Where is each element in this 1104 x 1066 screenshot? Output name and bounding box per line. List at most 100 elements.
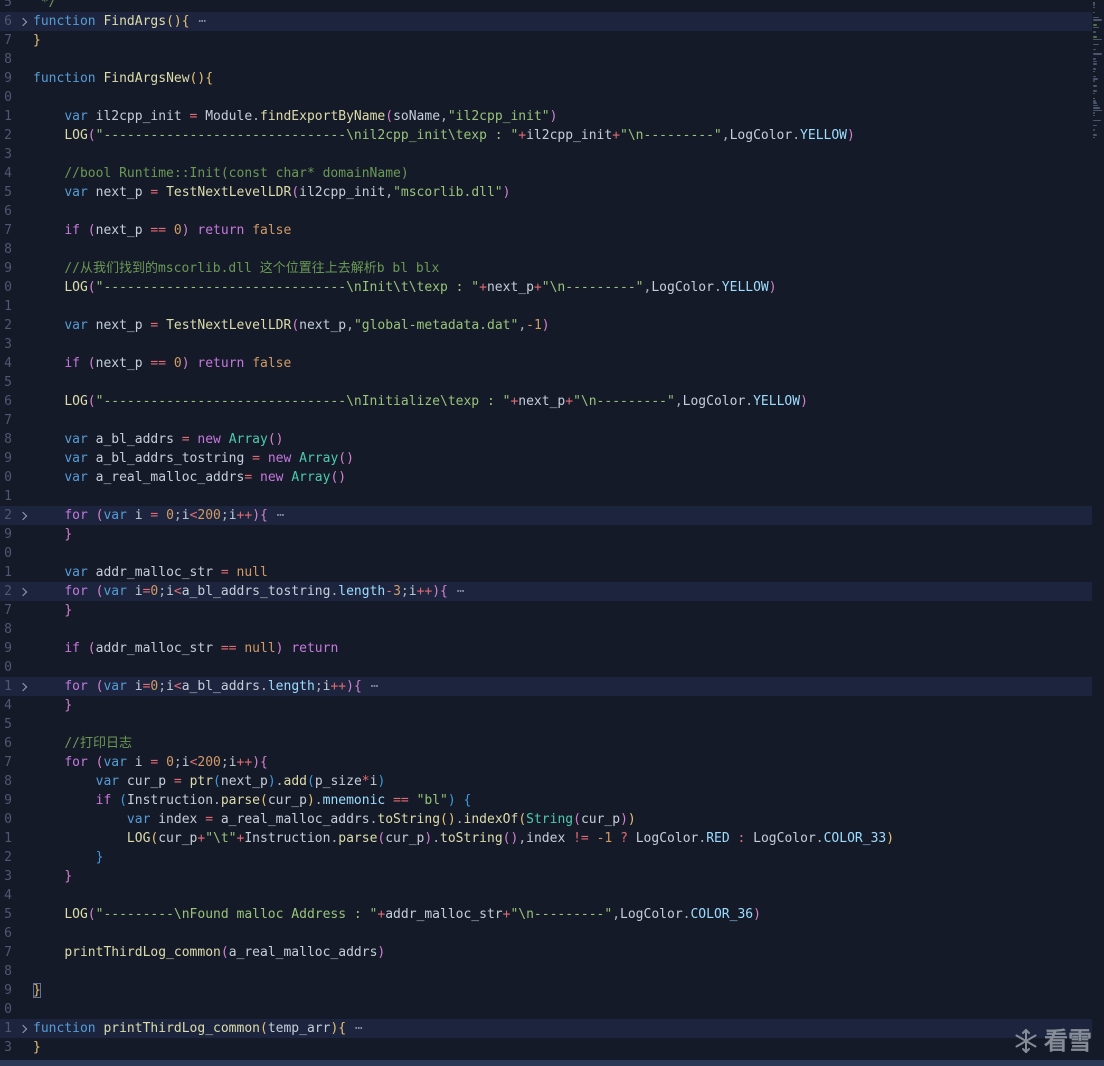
- code-line[interactable]: 4 //bool Runtime::Init(const char* domai…: [0, 164, 1092, 183]
- code-line[interactable]: 9 if (addr_malloc_str == null) return: [0, 639, 1092, 658]
- code-text[interactable]: }: [33, 867, 1092, 886]
- code-line[interactable]: 8 var cur_p = ptr(next_p).add(p_size*i): [0, 772, 1092, 791]
- code-line[interactable]: 6: [0, 924, 1092, 943]
- folded-code-placeholder[interactable]: ⋯: [362, 679, 380, 694]
- code-line[interactable]: 3: [0, 335, 1092, 354]
- code-line[interactable]: 2 for (var i=0;i<a_bl_addrs_tostring.len…: [0, 582, 1092, 601]
- code-text[interactable]: var a_real_malloc_addrs= new Array(): [33, 468, 1092, 487]
- code-line[interactable]: 8: [0, 962, 1092, 981]
- minimap[interactable]: [1092, 0, 1104, 1066]
- code-text[interactable]: [33, 487, 1092, 506]
- code-line[interactable]: 5: [0, 373, 1092, 392]
- code-line[interactable]: 0 var index = a_real_malloc_addrs. toStri…: [0, 810, 1092, 829]
- code-text[interactable]: [33, 658, 1092, 677]
- code-text[interactable]: if (next_p == 0) return false: [33, 221, 1092, 240]
- code-line[interactable]: 9 }: [0, 525, 1092, 544]
- code-line[interactable]: 4: [0, 886, 1092, 905]
- code-text[interactable]: LOG("-------------------------------\nIn…: [33, 278, 1092, 297]
- code-text[interactable]: for (var i = 0;i<200;i++){: [33, 753, 1092, 772]
- fold-chevron-icon[interactable]: [12, 12, 33, 31]
- code-line[interactable]: 7 }: [0, 601, 1092, 620]
- code-line[interactable]: 7 printThirdLog_common(a_real_malloc_add…: [0, 943, 1092, 962]
- code-line[interactable]: 3 }: [0, 867, 1092, 886]
- code-text[interactable]: var il2cpp_init = Module.findExportByNam…: [33, 107, 1092, 126]
- code-line[interactable]: 6 function FindArgs(){ ⋯: [0, 12, 1092, 31]
- code-text[interactable]: }: [33, 696, 1092, 715]
- folded-code-placeholder[interactable]: ⋯: [268, 508, 286, 523]
- code-line[interactable]: 8 var a_bl_addrs = new Array(): [0, 430, 1092, 449]
- code-text[interactable]: }: [33, 31, 1092, 50]
- code-text[interactable]: [33, 886, 1092, 905]
- code-line[interactable]: 5 var next_p = TestNextLevelLDR(il2cpp_i…: [0, 183, 1092, 202]
- code-text[interactable]: if (Instruction.parse(cur_p).mnemonic ==…: [33, 791, 1092, 810]
- horizontal-scrollbar[interactable]: [0, 1060, 1104, 1066]
- code-text[interactable]: [33, 145, 1092, 164]
- code-text[interactable]: for (var i=0;i<a_bl_addrs.length;i++){ ⋯: [33, 677, 1092, 696]
- code-line[interactable]: 7 if (next_p == 0) return false: [0, 221, 1092, 240]
- code-text[interactable]: LOG("---------\nFound malloc Address : "…: [33, 905, 1092, 924]
- code-line[interactable]: 4 if (next_p == 0) return false: [0, 354, 1092, 373]
- code-line[interactable]: 0 var a_real_malloc_addrs= new Array(): [0, 468, 1092, 487]
- code-text[interactable]: [33, 924, 1092, 943]
- code-line[interactable]: 9 //从我们找到的mscorlib.dll 这个位置往上去解析b bl blx: [0, 259, 1092, 278]
- code-line[interactable]: 6 LOG("-------------------------------\n…: [0, 392, 1092, 411]
- code-text[interactable]: }: [33, 1038, 1092, 1057]
- code-text[interactable]: function printThirdLog_common(temp_arr){…: [33, 1019, 1092, 1038]
- code-line[interactable]: 5 */: [0, 0, 1092, 12]
- fold-chevron-icon[interactable]: [12, 1019, 33, 1038]
- code-line[interactable]: 9}: [0, 981, 1092, 1000]
- code-text[interactable]: function FindArgs(){ ⋯: [33, 12, 1092, 31]
- code-line[interactable]: 9 if (Instruction.parse(cur_p).mnemonic …: [0, 791, 1092, 810]
- code-line[interactable]: 2 LOG("-------------------------------\n…: [0, 126, 1092, 145]
- code-text[interactable]: var cur_p = ptr(next_p).add(p_size*i): [33, 772, 1092, 791]
- code-line[interactable]: 0 LOG("-------------------------------\n…: [0, 278, 1092, 297]
- code-line[interactable]: 1 var il2cpp_init = Module.findExportByN…: [0, 107, 1092, 126]
- code-line[interactable]: 1 function printThirdLog_common(temp_arr)…: [0, 1019, 1092, 1038]
- code-line[interactable]: 6: [0, 202, 1092, 221]
- code-line[interactable]: 9 function FindArgsNew(){: [0, 69, 1092, 88]
- code-text[interactable]: }: [33, 981, 1092, 1000]
- code-line[interactable]: 5 LOG("---------\nFound malloc Address :…: [0, 905, 1092, 924]
- code-text[interactable]: }: [33, 848, 1092, 867]
- code-text[interactable]: var a_bl_addrs = new Array(): [33, 430, 1092, 449]
- code-text[interactable]: if (next_p == 0) return false: [33, 354, 1092, 373]
- code-text[interactable]: //从我们找到的mscorlib.dll 这个位置往上去解析b bl blx: [33, 259, 1092, 278]
- code-line[interactable]: 9 var a_bl_addrs_tostring = new Array(): [0, 449, 1092, 468]
- code-text[interactable]: var next_p = TestNextLevelLDR(next_p,"gl…: [33, 316, 1092, 335]
- code-text[interactable]: [33, 962, 1092, 981]
- code-line[interactable]: 2 var next_p = TestNextLevelLDR(next_p,"…: [0, 316, 1092, 335]
- code-line[interactable]: 2 }: [0, 848, 1092, 867]
- code-text[interactable]: for (var i=0;i<a_bl_addrs_tostring.lengt…: [33, 582, 1092, 601]
- code-line[interactable]: 1: [0, 487, 1092, 506]
- code-line[interactable]: 7}: [0, 31, 1092, 50]
- code-line[interactable]: 1 var addr_malloc_str = null: [0, 563, 1092, 582]
- code-line[interactable]: 1 LOG(cur_p+"\t"+Instruction.parse(cur_p…: [0, 829, 1092, 848]
- code-line[interactable]: 2 for (var i = 0;i<200;i++){ ⋯: [0, 506, 1092, 525]
- code-line[interactable]: 1 for (var i=0;i<a_bl_addrs.length;i++){…: [0, 677, 1092, 696]
- code-text[interactable]: [33, 544, 1092, 563]
- folded-code-placeholder[interactable]: ⋯: [346, 1021, 364, 1036]
- code-line[interactable]: 4 }: [0, 696, 1092, 715]
- code-line[interactable]: 0: [0, 1000, 1092, 1019]
- code-text[interactable]: printThirdLog_common(a_real_malloc_addrs…: [33, 943, 1092, 962]
- code-line[interactable]: 3}: [0, 1038, 1092, 1057]
- code-text[interactable]: [33, 202, 1092, 221]
- code-text[interactable]: [33, 297, 1092, 316]
- code-line[interactable]: 8: [0, 240, 1092, 259]
- code-text[interactable]: [33, 335, 1092, 354]
- code-text[interactable]: */: [33, 0, 1092, 12]
- code-text[interactable]: [33, 88, 1092, 107]
- code-text[interactable]: if (addr_malloc_str == null) return: [33, 639, 1092, 658]
- code-text[interactable]: }: [33, 525, 1092, 544]
- code-line[interactable]: 6 //打印日志: [0, 734, 1092, 753]
- code-text[interactable]: for (var i = 0;i<200;i++){ ⋯: [33, 506, 1092, 525]
- code-line[interactable]: 8: [0, 620, 1092, 639]
- code-line[interactable]: 0: [0, 544, 1092, 563]
- code-text[interactable]: var next_p = TestNextLevelLDR(il2cpp_ini…: [33, 183, 1092, 202]
- code-text[interactable]: var a_bl_addrs_tostring = new Array(): [33, 449, 1092, 468]
- code-line[interactable]: 8: [0, 50, 1092, 69]
- code-text[interactable]: var index = a_real_malloc_addrs. toString…: [33, 810, 1092, 829]
- code-line[interactable]: 1: [0, 297, 1092, 316]
- code-text[interactable]: var addr_malloc_str = null: [33, 563, 1092, 582]
- code-text[interactable]: LOG("-------------------------------\nIn…: [33, 392, 1092, 411]
